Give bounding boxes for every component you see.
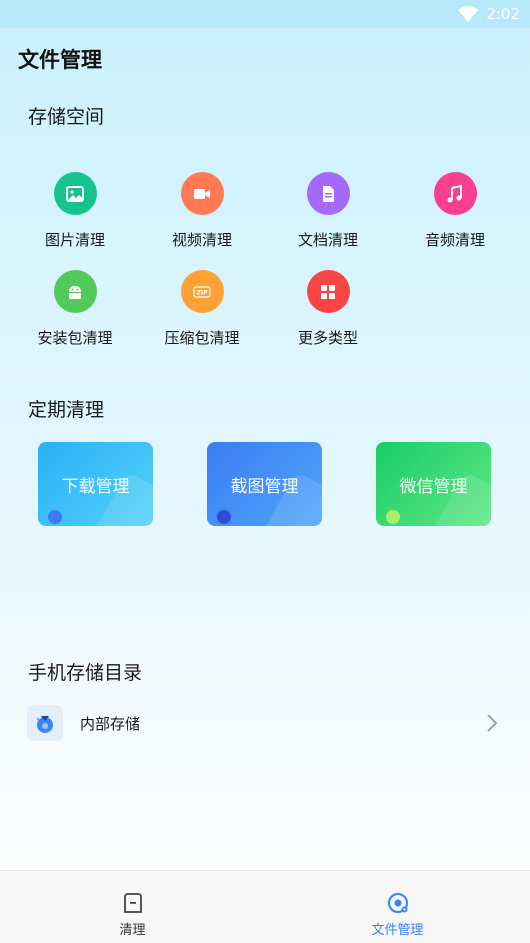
grid-icon xyxy=(306,270,350,313)
wechat-manage-card[interactable]: 微信管理 xyxy=(376,442,491,526)
document-icon xyxy=(306,172,350,215)
category-apk-clean[interactable]: 安装包清理 xyxy=(15,270,135,348)
svg-text:ZIP: ZIP xyxy=(197,289,209,296)
category-label: 安装包清理 xyxy=(37,329,113,347)
category-audio-clean[interactable]: 音频清理 xyxy=(395,172,515,250)
category-label: 图片清理 xyxy=(44,231,105,249)
category-label: 更多类型 xyxy=(297,329,358,347)
clean-icon xyxy=(123,893,142,913)
category-more-types[interactable]: 更多类型 xyxy=(268,270,388,348)
section-title-storage: 存储空间 xyxy=(28,106,105,128)
nav-tab-clean[interactable]: 清理 xyxy=(0,871,265,943)
category-label: 音频清理 xyxy=(424,231,485,249)
zip-icon: ZIP xyxy=(180,270,224,313)
storage-label: 内部存储 xyxy=(80,714,141,733)
category-label: 压缩包清理 xyxy=(164,329,240,347)
internal-storage-row[interactable]: 内部存储 xyxy=(0,702,530,744)
nav-label: 文件管理 xyxy=(371,923,424,938)
video-icon xyxy=(180,172,224,215)
category-zip-clean[interactable]: ZIP 压缩包清理 xyxy=(142,270,262,348)
card-label: 微信管理 xyxy=(399,476,468,497)
category-label: 文档清理 xyxy=(297,231,358,249)
category-label: 视频清理 xyxy=(171,231,232,249)
bottom-nav: 清理 文件管理 xyxy=(0,870,530,943)
section-title-scheduled: 定期清理 xyxy=(28,399,105,421)
nav-label: 清理 xyxy=(119,923,146,938)
image-icon xyxy=(53,172,97,215)
android-icon xyxy=(53,270,97,313)
nav-tab-file-manage[interactable]: 文件管理 xyxy=(265,871,530,943)
card-label: 截图管理 xyxy=(230,476,299,497)
music-icon xyxy=(433,172,477,215)
chevron-right-icon xyxy=(487,714,498,732)
status-time: 2:02 xyxy=(486,5,520,23)
page-title: 文件管理 xyxy=(18,48,102,72)
storage-icon xyxy=(27,705,63,741)
wifi-icon xyxy=(458,6,479,22)
screenshot-manage-card[interactable]: 截图管理 xyxy=(207,442,322,526)
category-document-clean[interactable]: 文档清理 xyxy=(268,172,388,250)
category-image-clean[interactable]: 图片清理 xyxy=(15,172,135,250)
file-manage-icon xyxy=(387,893,408,913)
download-manage-card[interactable]: 下载管理 xyxy=(38,442,153,526)
status-bar: 2:02 xyxy=(0,0,530,28)
section-title-phone-storage: 手机存储目录 xyxy=(28,662,143,684)
card-label: 下载管理 xyxy=(61,476,130,497)
category-video-clean[interactable]: 视频清理 xyxy=(142,172,262,250)
